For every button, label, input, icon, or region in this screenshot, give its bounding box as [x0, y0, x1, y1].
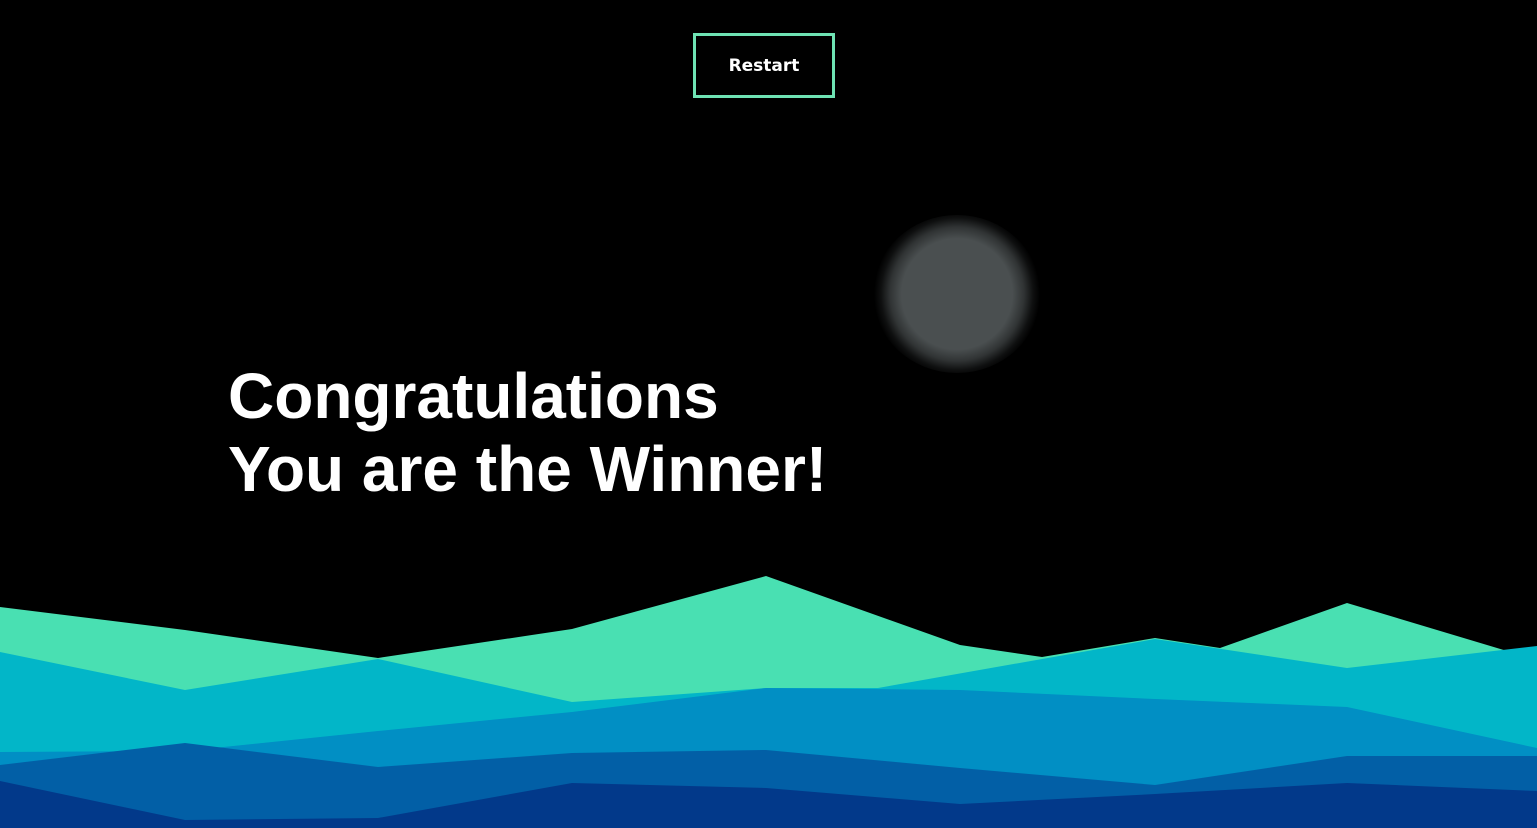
game-over-screen: Restart Congratulations You are the Winn…	[0, 0, 1537, 828]
mountain-waves	[0, 576, 1537, 828]
